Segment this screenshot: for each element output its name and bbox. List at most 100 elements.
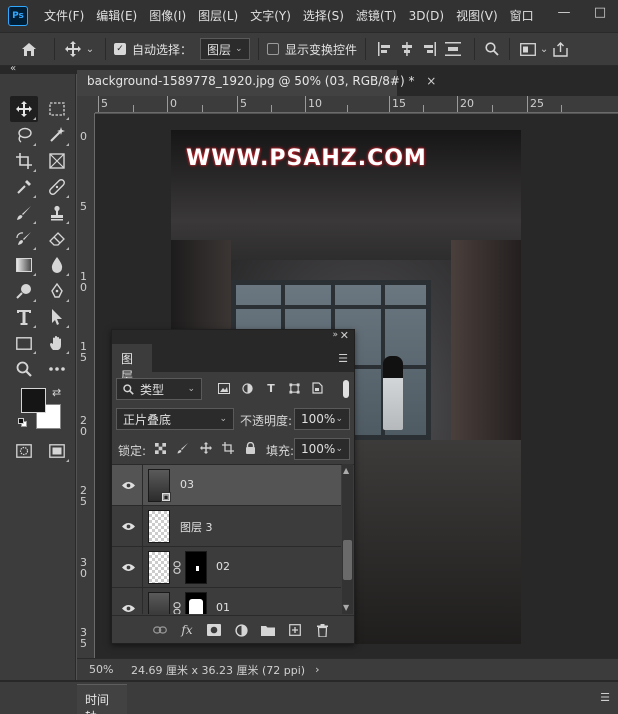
lock-artboard-icon[interactable]	[220, 440, 236, 456]
panel-menu-icon[interactable]: ☰	[600, 691, 610, 704]
layer-name[interactable]: 03	[180, 478, 194, 491]
filter-type-icon[interactable]: T	[264, 381, 278, 395]
tab-layers[interactable]: 图层	[112, 344, 152, 383]
eye-icon[interactable]	[121, 519, 135, 533]
frame-tool[interactable]	[43, 148, 71, 174]
filter-toggle-switch[interactable]	[343, 380, 349, 398]
chevron-down-icon[interactable]: ⌄	[83, 44, 97, 55]
zoom-tool[interactable]	[10, 356, 38, 382]
scrollbar-thumb[interactable]	[343, 540, 352, 580]
vertical-ruler[interactable]: 0 5 1 0 1 5 2 0 2 5 3 0 3 5	[77, 113, 95, 658]
layer-row-layer-3[interactable]: 图层 3	[112, 506, 341, 547]
workspace-icon[interactable]	[518, 42, 538, 56]
filter-pixel-icon[interactable]	[217, 381, 231, 395]
menu-layer[interactable]: 图层(L)	[192, 0, 244, 32]
maximize-button[interactable]: □	[582, 0, 618, 24]
adjustment-layer-icon[interactable]	[233, 622, 249, 638]
history-brush-tool[interactable]	[10, 226, 38, 252]
dodge-tool[interactable]	[10, 278, 38, 304]
hand-tool[interactable]	[43, 330, 71, 356]
horizontal-ruler[interactable]: 5 0 5 10 15 20 25	[95, 96, 618, 113]
new-layer-icon[interactable]	[287, 622, 303, 638]
layer-mask-thumbnail[interactable]	[185, 592, 207, 614]
status-menu-arrow[interactable]: ›	[315, 663, 319, 676]
layer-row-03[interactable]: ▣ 03	[112, 465, 341, 506]
collapse-panel-icon[interactable]: »	[332, 330, 337, 340]
lock-position-icon[interactable]	[198, 440, 214, 456]
link-icon[interactable]	[173, 602, 181, 614]
menu-filter[interactable]: 滤镜(T)	[350, 0, 403, 32]
menu-type[interactable]: 文字(Y)	[244, 0, 297, 32]
menu-3d[interactable]: 3D(D)	[403, 0, 450, 32]
menu-select[interactable]: 选择(S)	[297, 0, 350, 32]
move-tool[interactable]	[10, 96, 38, 122]
eye-icon[interactable]	[121, 601, 135, 614]
menu-image[interactable]: 图像(I)	[143, 0, 192, 32]
align-center-icon[interactable]	[396, 42, 418, 56]
scroll-down-icon[interactable]: ▼	[343, 603, 349, 612]
rectangle-tool[interactable]	[10, 330, 38, 356]
layer-thumbnail[interactable]	[148, 551, 170, 584]
menu-edit[interactable]: 编辑(E)	[90, 0, 143, 32]
menu-window[interactable]: 窗口	[504, 0, 540, 32]
zoom-level[interactable]: 50%	[77, 663, 123, 676]
add-mask-icon[interactable]	[206, 622, 222, 638]
home-icon[interactable]	[12, 42, 46, 57]
blend-mode-select[interactable]: 正片叠底 ⌄	[116, 408, 234, 430]
layer-thumbnail[interactable]	[148, 592, 170, 614]
align-left-icon[interactable]	[374, 42, 396, 56]
menu-file[interactable]: 文件(F)	[38, 0, 90, 32]
panel-menu-icon[interactable]: ☰	[338, 352, 348, 365]
link-icon[interactable]	[173, 561, 181, 577]
pen-tool[interactable]	[43, 278, 71, 304]
layer-thumbnail[interactable]	[148, 510, 170, 543]
align-right-icon[interactable]	[418, 42, 440, 56]
layer-list-scrollbar[interactable]: ▲ ▼	[342, 464, 353, 614]
group-folder-icon[interactable]	[260, 622, 276, 638]
path-selection-tool[interactable]	[43, 304, 71, 330]
layer-row-01[interactable]: 01	[112, 588, 341, 614]
filter-smart-object-icon[interactable]	[310, 381, 324, 395]
filter-shape-icon[interactable]	[287, 381, 301, 395]
lock-transparent-pixels-icon[interactable]	[152, 440, 168, 456]
clone-stamp-tool[interactable]	[43, 200, 71, 226]
layer-mask-thumbnail[interactable]	[185, 551, 207, 584]
eraser-tool[interactable]	[43, 226, 71, 252]
layer-name[interactable]: 图层 3	[180, 519, 213, 535]
type-tool[interactable]	[10, 304, 38, 330]
blur-tool[interactable]	[43, 252, 71, 278]
menu-view[interactable]: 视图(V)	[450, 0, 504, 32]
show-transform-checkbox[interactable]	[267, 43, 280, 55]
lasso-tool[interactable]	[10, 122, 38, 148]
eye-icon[interactable]	[121, 560, 135, 574]
close-icon[interactable]: ✕	[340, 329, 349, 342]
link-layers-icon[interactable]	[152, 622, 168, 638]
quick-mask-icon[interactable]	[10, 438, 38, 464]
document-tab[interactable]: background-1589778_1920.jpg @ 50% (03, R…	[77, 70, 436, 96]
layer-thumbnail[interactable]: ▣	[148, 469, 171, 502]
magic-wand-tool[interactable]	[43, 122, 71, 148]
swap-colors-icon[interactable]: ⇄	[52, 386, 61, 399]
lock-all-icon[interactable]	[242, 440, 258, 456]
crop-tool[interactable]	[10, 148, 38, 174]
collapse-arrows-icon[interactable]: «	[10, 63, 16, 74]
screen-mode-icon[interactable]	[43, 438, 71, 464]
fill-input[interactable]: 100% ⌄	[294, 438, 350, 460]
eyedropper-tool[interactable]	[10, 174, 38, 200]
layer-style-fx-button[interactable]: fx	[179, 622, 195, 638]
scroll-up-icon[interactable]: ▲	[343, 466, 349, 475]
healing-brush-tool[interactable]	[43, 174, 71, 200]
layer-name[interactable]: 02	[216, 560, 230, 573]
foreground-color-swatch[interactable]	[21, 388, 46, 413]
marquee-tool[interactable]	[43, 96, 71, 122]
tab-timeline[interactable]: 时间轴	[77, 684, 127, 714]
more-tools-icon[interactable]	[43, 356, 71, 382]
filter-adjustment-icon[interactable]	[240, 381, 254, 395]
gradient-tool[interactable]	[10, 252, 38, 278]
share-icon[interactable]	[550, 41, 570, 57]
search-icon[interactable]	[483, 42, 501, 56]
default-colors-icon[interactable]	[18, 418, 27, 427]
brush-tool[interactable]	[10, 200, 38, 226]
layer-row-02[interactable]: 02	[112, 547, 341, 588]
opacity-input[interactable]: 100% ⌄	[294, 408, 350, 430]
